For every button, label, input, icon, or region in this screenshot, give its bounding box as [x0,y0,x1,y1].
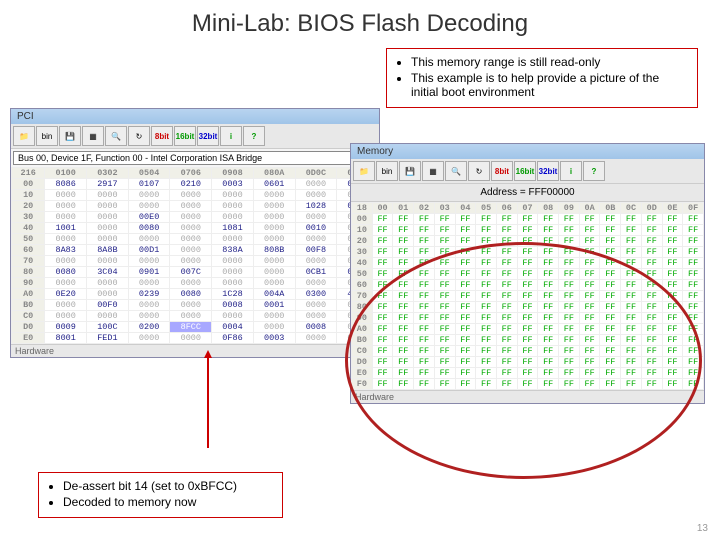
pci-table: 21601000302050407060908080A0D0C0F0E00808… [11,167,379,344]
pci-window: PCI 📁 bin 💾 ▦ 🔍 ↻ 8bit 16bit 32bit i ? B… [10,108,380,358]
word-button[interactable]: 16bit [514,161,536,181]
bus-selector[interactable]: Bus 00, Device 1F, Function 00 - Intel C… [13,151,377,165]
memory-footer: Hardware [351,390,704,403]
memory-toolbar: 📁 bin 💾 ▦ 🔍 ↻ 8bit 16bit 32bit i ? [351,159,704,184]
grid-icon[interactable]: ▦ [82,126,104,146]
callout-arrow [207,353,209,448]
bin-icon[interactable]: bin [376,161,398,181]
pci-footer: Hardware [11,344,379,357]
page-number: 13 [697,523,708,534]
help-icon[interactable]: ? [583,161,605,181]
pci-title: PCI [11,109,379,124]
search-icon[interactable]: 🔍 [105,126,127,146]
search-icon[interactable]: 🔍 [445,161,467,181]
help-icon[interactable]: ? [243,126,265,146]
byte-button[interactable]: 8bit [491,161,513,181]
note-readonly: This memory range is still read-only Thi… [386,48,698,108]
info-icon[interactable]: i [220,126,242,146]
open-icon[interactable]: 📁 [353,161,375,181]
dword-button[interactable]: 32bit [537,161,559,181]
pci-toolbar: 📁 bin 💾 ▦ 🔍 ↻ 8bit 16bit 32bit i ? [11,124,379,149]
open-icon[interactable]: 📁 [13,126,35,146]
memory-window: Memory 📁 bin 💾 ▦ 🔍 ↻ 8bit 16bit 32bit i … [350,143,705,404]
dword-button[interactable]: 32bit [197,126,219,146]
save-icon[interactable]: 💾 [59,126,81,146]
slide-title: Mini-Lab: BIOS Flash Decoding [0,0,720,48]
save-icon[interactable]: 💾 [399,161,421,181]
memory-table: 18000102030405060708090A0B0C0D0E0F00FFFF… [351,202,704,390]
note-deassert: De-assert bit 14 (set to 0xBFCC) Decoded… [38,472,283,518]
byte-button[interactable]: 8bit [151,126,173,146]
word-button[interactable]: 16bit [174,126,196,146]
grid-icon[interactable]: ▦ [422,161,444,181]
refresh-icon[interactable]: ↻ [468,161,490,181]
memory-title: Memory [351,144,704,159]
bin-icon[interactable]: bin [36,126,58,146]
refresh-icon[interactable]: ↻ [128,126,150,146]
info-icon[interactable]: i [560,161,582,181]
address-bar: Address = FFF00000 [351,184,704,202]
